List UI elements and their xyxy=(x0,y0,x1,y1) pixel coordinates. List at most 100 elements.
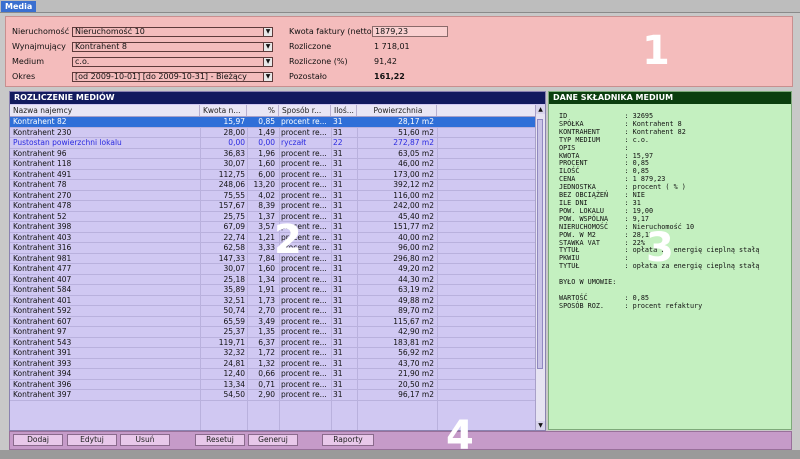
table-cell: 49,88 m2 xyxy=(398,295,434,305)
column-header[interactable]: Kwota n... xyxy=(200,105,247,116)
kwota-faktury-input[interactable]: 1879,23 xyxy=(372,26,448,37)
raporty-button[interactable]: Raporty xyxy=(322,434,374,446)
column-header[interactable]: Sposób r... xyxy=(279,105,331,116)
table-cell: ryczałt xyxy=(281,138,307,147)
table-cell: Kontrahent 394 xyxy=(13,369,72,378)
table-cell: 31 xyxy=(333,222,343,231)
table-row[interactable]: Kontrahent 316 62,58 3,33 procent re... 31 96… xyxy=(10,243,535,254)
table-cell: 31 xyxy=(333,379,343,389)
tab-media[interactable]: Media xyxy=(1,1,37,12)
table-cell: 31 xyxy=(333,180,343,189)
table-cell: Kontrahent 584 xyxy=(13,285,72,294)
table-cell: 22,74 xyxy=(223,232,245,242)
table-row[interactable]: Kontrahent 394 12,40 0,66 procent re... 31 21… xyxy=(10,369,535,380)
table-cell: procent re... xyxy=(281,148,327,158)
table-cell: 63,19 m2 xyxy=(398,285,434,294)
table-cell: 31 xyxy=(333,117,343,126)
table-row[interactable]: Kontrahent 477 30,07 1,60 procent re... 31 49… xyxy=(10,264,535,275)
pozostalo-label: Pozostało xyxy=(289,72,327,81)
resetuj-button[interactable]: Resetuj xyxy=(195,434,245,446)
usun-button[interactable]: Usuń xyxy=(120,434,170,446)
table-row[interactable]: Kontrahent 96 36,83 1,96 procent re... 31 63,… xyxy=(10,148,535,159)
nieruchomosc-label: Nieruchomość xyxy=(12,27,70,36)
table-row[interactable]: Kontrahent 78 248,06 13,20 procent re... 31 3… xyxy=(10,180,535,191)
column-header[interactable]: Powierzchnia xyxy=(357,105,437,116)
table-cell: procent re... xyxy=(281,306,327,315)
table-cell: procent re... xyxy=(281,348,327,357)
table-row[interactable]: Kontrahent 403 22,74 1,21 procent re... 31 40… xyxy=(10,232,535,243)
table-cell: 147,33 xyxy=(218,253,245,263)
table-row[interactable]: Kontrahent 397 54,50 2,90 procent re... 31 96… xyxy=(10,390,535,401)
scroll-thumb[interactable] xyxy=(537,119,543,369)
table-cell: Kontrahent 397 xyxy=(13,390,72,399)
chevron-down-icon[interactable]: ▼ xyxy=(263,43,272,51)
table-cell: 21,90 m2 xyxy=(398,369,434,378)
table-row[interactable]: Kontrahent 82 15,97 0,85 procent re... 31 28,… xyxy=(10,117,535,128)
chevron-down-icon[interactable]: ▼ xyxy=(263,73,272,81)
table-row[interactable]: Kontrahent 396 13,34 0,71 procent re... 31 20… xyxy=(10,379,535,390)
table-row[interactable]: Kontrahent 607 65,59 3,49 procent re... 31 11… xyxy=(10,317,535,327)
table-cell: 1,35 xyxy=(258,327,275,336)
table-cell: 7,84 xyxy=(258,253,275,263)
details-text: ID : 32695 SPÓŁKA : Kontrahent 8 KONTRAH… xyxy=(559,112,760,310)
nieruchomosc-select[interactable]: Nieruchomość 10 ▼ xyxy=(72,27,273,37)
table-cell: 96,00 m2 xyxy=(398,243,434,252)
arrow-up-icon[interactable]: ▲ xyxy=(536,105,545,114)
generuj-button[interactable]: Generuj xyxy=(248,434,298,446)
medium-select[interactable]: c.o. ▼ xyxy=(72,57,273,67)
column-header[interactable]: Nazwa najemcy xyxy=(10,105,200,116)
table-cell: Kontrahent 97 xyxy=(13,327,67,336)
edytuj-button[interactable]: Edytuj xyxy=(67,434,117,446)
table-cell: 31 xyxy=(333,358,343,368)
table-cell: 31 xyxy=(333,190,343,200)
table-row[interactable]: Kontrahent 491 112,75 6,00 procent re... 31 1… xyxy=(10,170,535,180)
arrow-down-icon[interactable]: ▼ xyxy=(536,421,545,430)
table-cell: 1,32 xyxy=(258,358,275,368)
table-cell: 157,67 xyxy=(218,201,245,210)
table-row[interactable]: Kontrahent 230 28,00 1,49 procent re... 31 51… xyxy=(10,127,535,138)
table-cell: 31 xyxy=(333,264,343,273)
table-row[interactable]: Kontrahent 393 24,81 1,32 procent re... 31 43… xyxy=(10,358,535,369)
table-row[interactable]: Kontrahent 52 25,75 1,37 procent re... 31 45,… xyxy=(10,211,535,222)
table-row[interactable]: Kontrahent 398 67,09 3,57 procent re... 31 15… xyxy=(10,222,535,233)
table-row[interactable]: Kontrahent 118 30,07 1,60 procent re... 31 46… xyxy=(10,159,535,170)
column-header[interactable]: % xyxy=(247,105,279,116)
table-cell: 31 xyxy=(333,243,343,252)
table-cell: 13,34 xyxy=(223,379,245,389)
table-row[interactable]: Kontrahent 270 75,55 4,02 procent re... 31 11… xyxy=(10,190,535,201)
table-cell: 0,85 xyxy=(258,117,275,126)
table-row[interactable]: Kontrahent 401 32,51 1,73 procent re... 31 49… xyxy=(10,295,535,306)
table-cell: 31 xyxy=(333,127,343,137)
table-row[interactable]: Kontrahent 391 32,32 1,72 procent re... 31 56… xyxy=(10,348,535,359)
wynajmujacy-select[interactable]: Kontrahent 8 ▼ xyxy=(72,42,273,52)
okres-select[interactable]: [od 2009-10-01] [do 2009-10-31] - Bieżąc… xyxy=(72,72,273,82)
table-row[interactable]: Kontrahent 407 25,18 1,34 procent re... 31 44… xyxy=(10,274,535,285)
table-row[interactable]: Pustostan powierzchni lokalu 0,00 0,00 rycz… xyxy=(10,138,535,149)
dodaj-button[interactable]: Dodaj xyxy=(13,434,63,446)
column-header[interactable]: Iloś... xyxy=(331,105,357,116)
table-cell: 28,00 xyxy=(223,127,245,137)
okres-label: Okres xyxy=(12,72,36,81)
table-cell: procent re... xyxy=(281,190,327,200)
chevron-down-icon[interactable]: ▼ xyxy=(263,28,272,36)
table-cell: 31 xyxy=(333,274,343,284)
table-cell: 3,33 xyxy=(258,243,275,252)
table-cell: 45,40 m2 xyxy=(398,211,434,221)
vertical-scrollbar[interactable]: ▲ ▼ xyxy=(535,105,545,430)
table-row[interactable]: Kontrahent 478 157,67 8,39 procent re... 31 2… xyxy=(10,201,535,212)
table-cell: Kontrahent 401 xyxy=(13,295,72,305)
table-row[interactable]: Kontrahent 981 147,33 7,84 procent re... 31 2… xyxy=(10,253,535,264)
table-cell: 8,39 xyxy=(258,201,275,210)
table-cell: 31 xyxy=(333,285,343,294)
table-body: Kontrahent 82 15,97 0,85 procent re... 31 28,… xyxy=(10,117,535,401)
medium-value: c.o. xyxy=(75,57,90,66)
table-row[interactable]: Kontrahent 97 25,37 1,35 procent re... 31 42,… xyxy=(10,327,535,338)
table-cell: Kontrahent 407 xyxy=(13,274,72,284)
table-cell: 1,21 xyxy=(258,232,275,242)
table-row[interactable]: Kontrahent 584 35,89 1,91 procent re... 31 63… xyxy=(10,285,535,296)
table-cell: Kontrahent 96 xyxy=(13,148,67,158)
chevron-down-icon[interactable]: ▼ xyxy=(263,58,272,66)
table-row[interactable]: Kontrahent 543 119,71 6,37 procent re... 31 1… xyxy=(10,338,535,348)
table-row[interactable]: Kontrahent 592 50,74 2,70 procent re... 31 89… xyxy=(10,306,535,317)
table-cell: Kontrahent 981 xyxy=(13,253,72,263)
